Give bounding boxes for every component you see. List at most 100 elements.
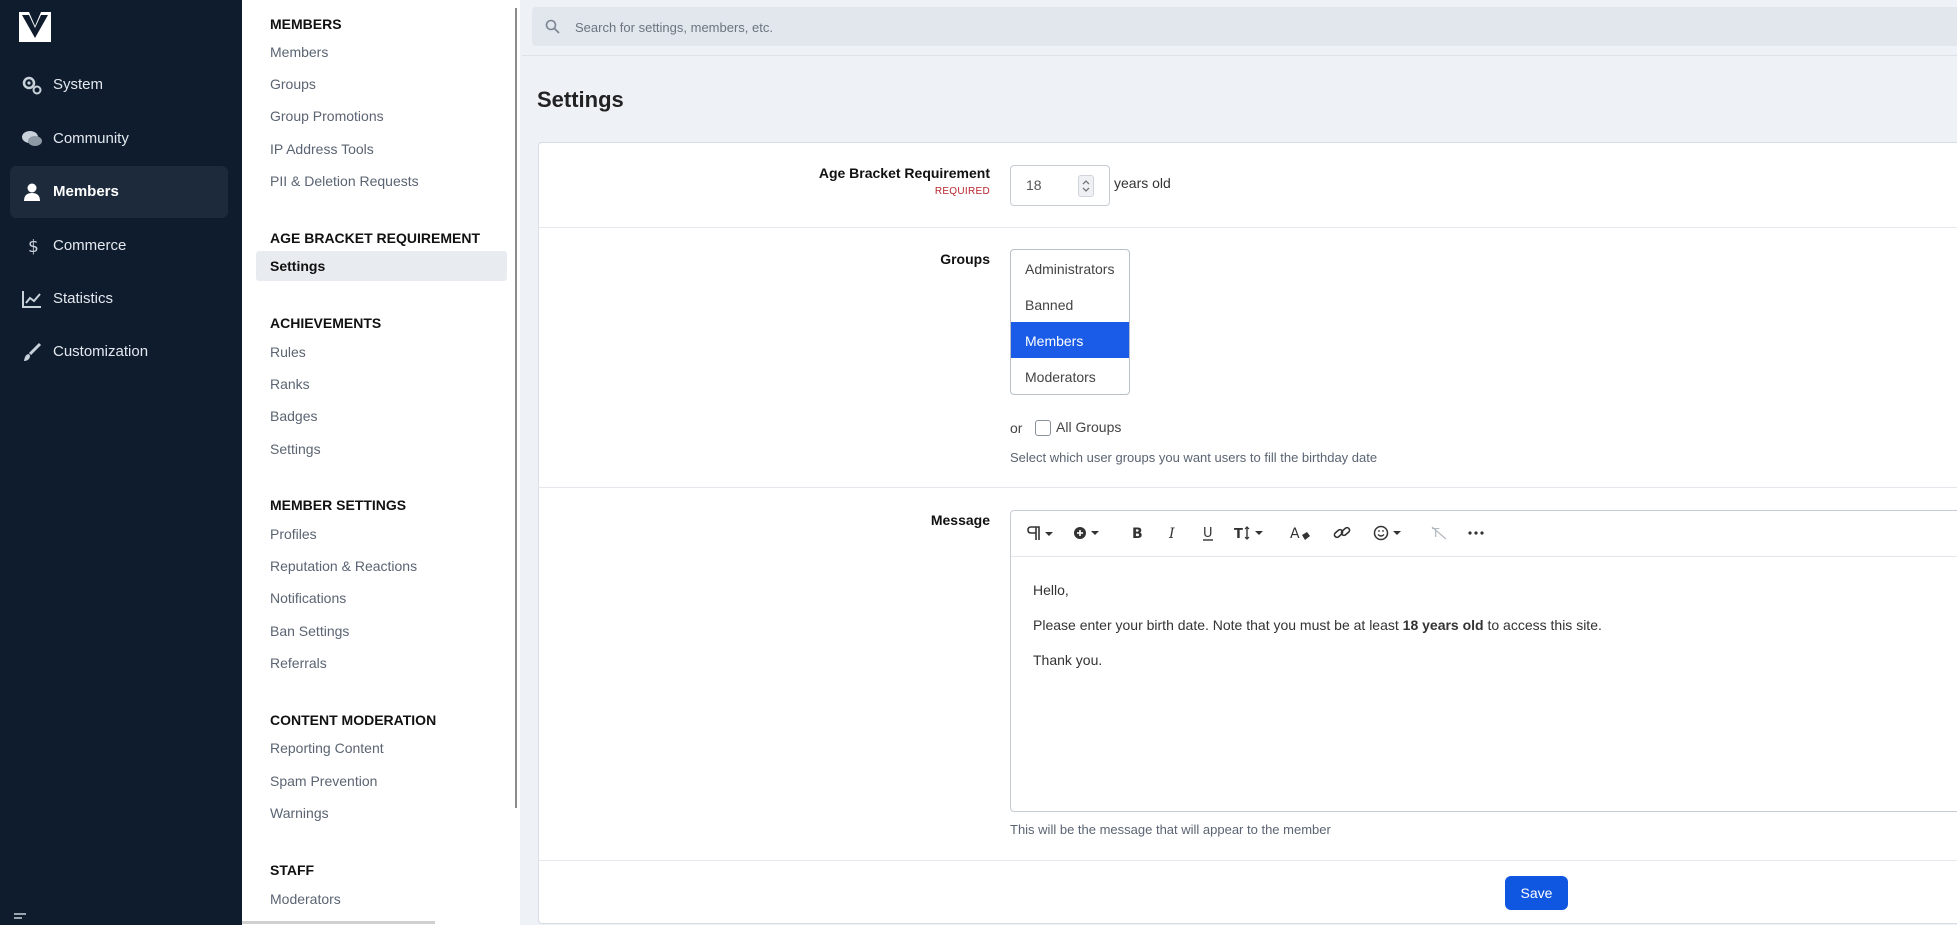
section-title-staff: STAFF [270, 862, 315, 878]
underline-button[interactable]: U [1200, 523, 1216, 543]
groups-label-wrap: Groups [538, 251, 990, 271]
message-hint: This will be the message that will appea… [1010, 822, 1331, 837]
message-text: to access this site. [1487, 617, 1602, 633]
text-size-button[interactable]: T [1233, 523, 1267, 543]
chart-line-icon [22, 291, 41, 308]
sidebar-item-referrals[interactable]: Referrals [270, 655, 327, 671]
age-value: 18 [1026, 177, 1042, 193]
sidebar-horizontal-scrollbar[interactable] [242, 921, 435, 924]
ellipsis-icon [1468, 531, 1484, 535]
sidebar-item-rules[interactable]: Rules [270, 344, 306, 360]
sidebar-item-reporting-content[interactable]: Reporting Content [270, 740, 384, 756]
sidebar-item-groups[interactable]: Groups [270, 76, 316, 92]
nav-item-commerce[interactable]: $ Commerce [10, 220, 228, 272]
editor-toolbar: B I U T A T [1011, 511, 1957, 557]
nav-item-system[interactable]: System [10, 59, 228, 111]
sidebar-item-profiles[interactable]: Profiles [270, 526, 317, 542]
nav-item-statistics[interactable]: Statistics [10, 273, 228, 325]
message-line-2: Please enter your birth date. Note that … [1033, 616, 1602, 634]
all-groups-label[interactable]: All Groups [1056, 419, 1121, 435]
editor-content[interactable]: Hello, Please enter your birth date. Not… [1033, 581, 1602, 686]
group-option-moderators[interactable]: Moderators [1011, 358, 1129, 394]
search-bar[interactable] [532, 7, 1957, 46]
collapse-menu-icon[interactable] [13, 911, 29, 925]
clear-formatting-button[interactable]: T [1429, 523, 1449, 543]
svg-text:T: T [1234, 527, 1243, 542]
nav-label: System [53, 76, 104, 93]
search-icon [545, 19, 560, 34]
message-editor[interactable]: B I U T A T Hello, Please enter your bir… [1010, 510, 1957, 812]
sidebar-item-ip-address-tools[interactable]: IP Address Tools [270, 141, 374, 157]
text-color-button[interactable]: A [1289, 523, 1313, 543]
sidebar-item-group-promotions[interactable]: Group Promotions [270, 108, 384, 124]
nav-item-customization[interactable]: Customization [10, 326, 228, 378]
nav-label: Customization [53, 343, 149, 360]
row-divider [538, 227, 1957, 228]
insert-button[interactable] [1073, 523, 1103, 543]
section-sidebar: MEMBERS Members Groups Group Promotions … [242, 0, 520, 925]
emoji-button[interactable] [1373, 523, 1407, 543]
plus-circle-icon [1074, 527, 1099, 539]
message-line-1: Hello, [1033, 582, 1069, 598]
section-title-content-moderation: CONTENT MODERATION [270, 712, 437, 728]
save-button[interactable]: Save [1505, 876, 1568, 910]
page-title: Settings [537, 87, 624, 112]
stepper-arrows-icon [1082, 180, 1090, 192]
link-icon [1333, 526, 1351, 539]
sidebar-item-notifications[interactable]: Notifications [270, 590, 346, 606]
number-stepper[interactable] [1078, 175, 1094, 197]
sidebar-item-pii-deletion[interactable]: PII & Deletion Requests [270, 173, 419, 189]
sidebar-item-members[interactable]: Members [270, 44, 328, 60]
sidebar-item-reputation-reactions[interactable]: Reputation & Reactions [270, 558, 417, 574]
section-title-members: MEMBERS [270, 16, 342, 32]
group-option-banned[interactable]: Banned [1011, 286, 1129, 322]
search-input[interactable] [573, 16, 1277, 38]
required-badge: REQUIRED [934, 186, 990, 197]
sidebar-item-age-settings[interactable]: Settings [256, 251, 507, 281]
nav-label: Community [53, 130, 129, 147]
or-text: or [1010, 420, 1023, 436]
group-option-label: Administrators [1025, 261, 1115, 277]
gears-icon [22, 76, 42, 95]
sidebar-item-achievement-settings[interactable]: Settings [270, 441, 321, 457]
groups-multiselect[interactable]: Administrators Banned Members Moderators [1010, 249, 1130, 395]
comments-icon [22, 131, 42, 146]
section-title-member-settings: MEMBER SETTINGS [270, 497, 407, 513]
groups-hint: Select which user groups you want users … [1010, 450, 1378, 465]
dollar-icon: $ [28, 237, 39, 257]
all-groups-checkbox[interactable] [1035, 420, 1051, 436]
sidebar-item-spam-prevention[interactable]: Spam Prevention [270, 773, 377, 789]
italic-icon: I [1168, 526, 1175, 542]
sidebar-scrollbar[interactable] [515, 8, 517, 808]
sidebar-item-moderators[interactable]: Moderators [270, 891, 341, 907]
row-divider [538, 860, 1957, 861]
sidebar-item-badges[interactable]: Badges [270, 408, 317, 424]
group-option-members[interactable]: Members [1011, 322, 1129, 358]
section-title-age-bracket: AGE BRACKET REQUIREMENT [270, 230, 481, 246]
sidebar-item-ranks[interactable]: Ranks [270, 376, 310, 392]
age-row-label-wrap: Age Bracket Requirement REQUIRED [538, 165, 990, 205]
svg-text:A: A [1290, 526, 1300, 542]
nav-item-community[interactable]: Community [10, 113, 228, 165]
message-label-wrap: Message [538, 512, 990, 532]
paragraph-format-button[interactable] [1027, 523, 1055, 543]
clear-format-icon: T [1431, 526, 1447, 540]
nav-item-members[interactable]: Members [10, 166, 228, 218]
bold-button[interactable]: B [1129, 523, 1145, 543]
svg-text:$: $ [28, 237, 39, 257]
nav-label: Members [53, 183, 119, 200]
sidebar-item-ban-settings[interactable]: Ban Settings [270, 623, 349, 639]
svg-text:U: U [1203, 526, 1213, 541]
header-divider [522, 55, 1957, 56]
smiley-icon [1373, 525, 1401, 541]
age-number-input[interactable]: 18 [1010, 165, 1110, 206]
group-option-administrators[interactable]: Administrators [1011, 250, 1129, 286]
sidebar-item-warnings[interactable]: Warnings [270, 805, 329, 821]
more-options-button[interactable] [1466, 523, 1486, 543]
text-height-icon: T [1234, 526, 1263, 542]
italic-button[interactable]: I [1165, 523, 1181, 543]
logo-icon[interactable] [19, 12, 51, 42]
underline-icon: U [1203, 526, 1213, 541]
user-icon [24, 183, 40, 201]
insert-link-button[interactable] [1332, 523, 1352, 543]
